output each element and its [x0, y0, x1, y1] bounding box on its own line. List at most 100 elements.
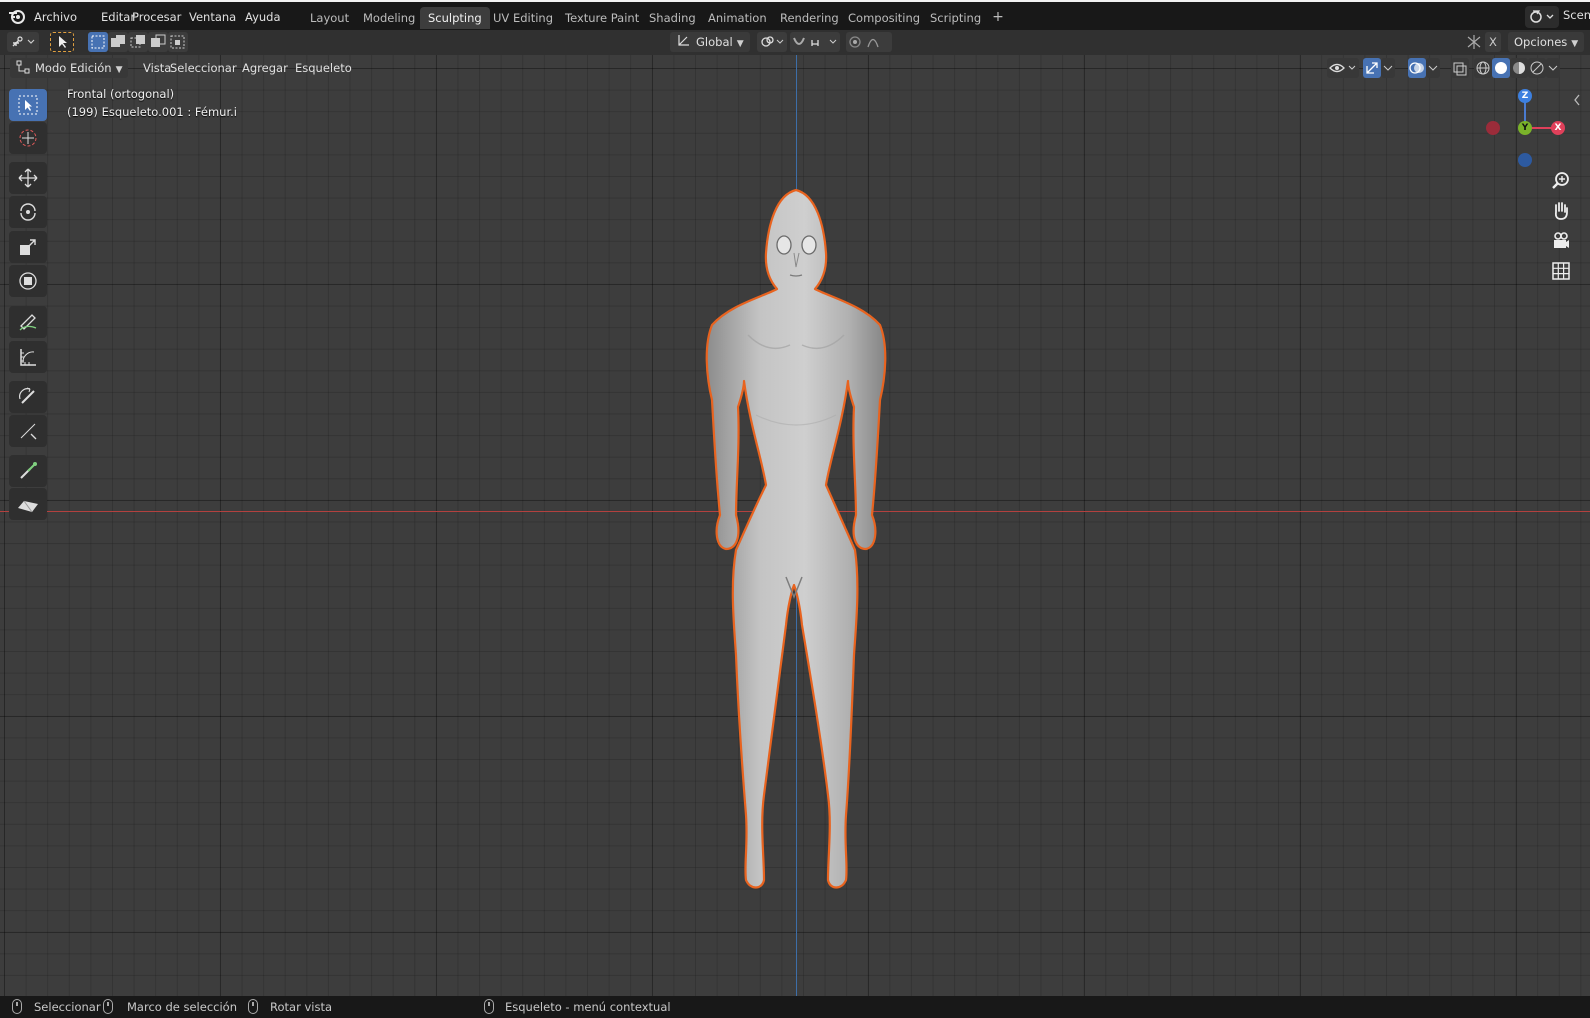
menu-seleccionar[interactable]: Seleccionar — [164, 58, 243, 78]
camera-icon — [1554, 232, 1569, 248]
tool-annotate[interactable] — [9, 306, 47, 338]
shading-material-button[interactable] — [1510, 58, 1528, 78]
shading-solid-button[interactable] — [1492, 58, 1510, 78]
object-info-label: (199) Esqueleto.001 : Fémur.i — [67, 105, 237, 119]
gizmo-neg-x-axis[interactable] — [1486, 121, 1500, 135]
rotate-icon — [20, 203, 36, 221]
editor-type-icon — [12, 36, 35, 47]
blender-logo-icon[interactable] — [8, 7, 26, 25]
rendered-sphere-icon — [1530, 61, 1544, 75]
overlays-options-dropdown[interactable] — [1426, 58, 1440, 78]
tool-bone-envelope[interactable] — [9, 488, 47, 520]
gizmo-z-axis[interactable]: Z — [1518, 89, 1532, 103]
chevron-down-icon: ▼ — [115, 65, 123, 75]
proportional-editing-icon — [849, 36, 879, 48]
scene-icon — [1530, 10, 1554, 23]
tool-measure[interactable] — [9, 341, 47, 373]
tool-cursor[interactable] — [9, 122, 47, 154]
xray-button[interactable] — [1451, 58, 1469, 78]
xray-toggle-button[interactable]: X — [1485, 32, 1501, 52]
humanoid-mesh[interactable] — [690, 185, 910, 895]
zoom-button[interactable] — [1548, 168, 1574, 194]
tool-bone-size[interactable] — [9, 415, 47, 447]
transform-icon — [19, 272, 37, 290]
3d-viewport[interactable]: Modo Edición ▼ Vista Seleccionar Agregar … — [0, 55, 1590, 996]
shading-rendered-button[interactable] — [1528, 58, 1546, 78]
status-context-menu: Esqueleto - menú contextual — [505, 1000, 671, 1014]
envelope-icon — [18, 500, 38, 513]
tool-roll[interactable] — [9, 381, 47, 413]
chevron-down-icon: ▼ — [1571, 39, 1579, 49]
tool-select-box[interactable] — [9, 89, 47, 121]
sidebar-toggle-icon[interactable] — [1572, 93, 1582, 107]
snap-magnet-icon — [793, 37, 837, 46]
tool-scale[interactable] — [9, 231, 47, 263]
overlays-button[interactable] — [1408, 58, 1426, 78]
scene-name: Scene — [1563, 8, 1590, 22]
pan-button[interactable] — [1548, 198, 1574, 224]
tab-modeling[interactable]: Modeling — [355, 7, 423, 29]
tool-transform[interactable] — [9, 265, 47, 297]
select-new-icon — [91, 35, 105, 49]
mesh-right-eye — [801, 235, 817, 255]
proportional-editing-controls[interactable] — [846, 32, 892, 52]
tool-rotate[interactable] — [9, 196, 47, 228]
gizmo-x-axis[interactable]: X — [1551, 121, 1565, 135]
editor-type-button[interactable] — [7, 32, 39, 52]
shading-wireframe-button[interactable] — [1474, 58, 1492, 78]
tab-layout[interactable]: Layout — [302, 7, 357, 29]
menu-agregar[interactable]: Agregar — [236, 58, 294, 78]
gizmo-y-axis[interactable]: Y — [1518, 121, 1532, 135]
select-extend-icon — [111, 35, 125, 47]
extrude-bone-icon — [20, 462, 37, 479]
select-mode-extend-button[interactable] — [108, 32, 128, 52]
gizmo-neg-z-axis[interactable] — [1518, 153, 1532, 167]
tool-extrude[interactable] — [9, 455, 47, 487]
menu-procesar[interactable]: Procesar — [126, 7, 187, 27]
camera-view-button[interactable] — [1548, 228, 1574, 254]
transform-gizmo-icon — [1467, 35, 1481, 49]
chevron-down-icon: ▼ — [736, 39, 744, 49]
select-tool-button[interactable] — [50, 32, 74, 52]
scale-icon — [20, 239, 36, 255]
snapping-controls[interactable] — [790, 32, 840, 52]
overlays-icon — [1409, 62, 1424, 74]
gizmo-visibility-button[interactable] — [1363, 58, 1381, 78]
tab-animation[interactable]: Animation — [700, 7, 775, 29]
tab-sculpting[interactable]: Sculpting — [420, 7, 490, 29]
add-workspace-button[interactable]: + — [990, 7, 1006, 27]
top-menu-bar: Archivo Editar Procesar Ventana Ayuda La… — [0, 0, 1590, 30]
chevron-down-icon — [1548, 65, 1558, 71]
tab-scripting[interactable]: Scripting — [922, 7, 989, 29]
mouse-right-icon — [484, 999, 494, 1014]
options-dropdown[interactable]: Opciones ▼ — [1508, 32, 1585, 52]
select-mode-intersect-button[interactable] — [168, 32, 188, 52]
menu-archivo[interactable]: Archivo — [28, 7, 83, 27]
select-mode-invert-button[interactable] — [148, 32, 168, 52]
select-mode-new-button[interactable] — [88, 32, 108, 52]
menu-esqueleto[interactable]: Esqueleto — [289, 58, 358, 78]
orthographic-toggle-button[interactable] — [1548, 258, 1574, 284]
tool-move[interactable] — [9, 162, 47, 194]
menu-ventana[interactable]: Ventana — [183, 7, 242, 27]
status-select: Seleccionar — [34, 1000, 101, 1014]
visibility-dropdown[interactable] — [1327, 58, 1359, 78]
shading-options-dropdown[interactable] — [1546, 58, 1560, 78]
pan-hand-icon — [1554, 202, 1568, 220]
scene-selector-button[interactable] — [1525, 6, 1559, 28]
tab-uv-editing[interactable]: UV Editing — [485, 7, 561, 29]
gizmo-options-dropdown[interactable] — [1381, 58, 1395, 78]
transform-orientation-dropdown[interactable]: Global ▼ — [670, 32, 750, 52]
pivot-point-dropdown[interactable] — [757, 32, 787, 52]
gizmo-toggle-button[interactable] — [1465, 32, 1483, 52]
tab-shading[interactable]: Shading — [641, 7, 704, 29]
mode-label: Modo Edición — [35, 61, 112, 75]
measure-ruler-icon — [20, 349, 36, 366]
mode-dropdown[interactable]: Modo Edición ▼ — [10, 58, 129, 78]
select-mode-subtract-button[interactable] — [128, 32, 148, 52]
menu-ayuda[interactable]: Ayuda — [239, 7, 287, 27]
tab-compositing[interactable]: Compositing — [840, 7, 928, 29]
tab-texture-paint[interactable]: Texture Paint — [557, 7, 647, 29]
tab-rendering[interactable]: Rendering — [772, 7, 847, 29]
mouse-left-icon — [12, 999, 22, 1014]
